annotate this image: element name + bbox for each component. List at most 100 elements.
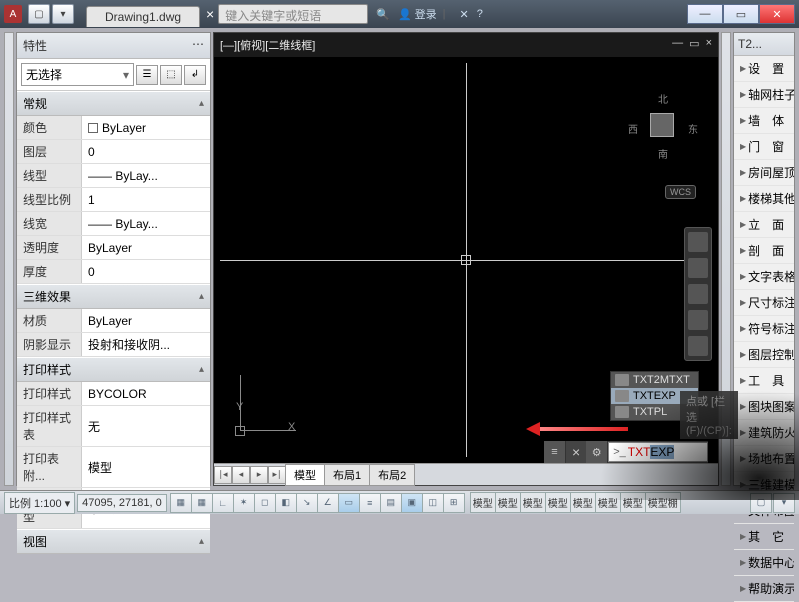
window-close-button[interactable]: ✕	[759, 4, 795, 24]
prop-row-plottable[interactable]: 打印样式表无	[17, 406, 210, 447]
tab-layout2[interactable]: 布局2	[369, 464, 415, 486]
cmdline-close-icon[interactable]: ×	[566, 444, 586, 460]
palette-item[interactable]: ▶图层控制	[734, 342, 794, 368]
tab-next-icon[interactable]: ▸	[250, 466, 268, 484]
toggle-snap-icon[interactable]: ▦	[170, 493, 192, 513]
viewport-slot[interactable]: 模型	[595, 492, 621, 513]
command-input[interactable]: >_ TXTEXP	[608, 442, 708, 462]
tab-last-icon[interactable]: ▸∣	[268, 466, 286, 484]
prop-row-transparency[interactable]: 透明度ByLayer	[17, 236, 210, 260]
toggle-qp-icon[interactable]: ▣	[401, 493, 423, 513]
prop-row-thickness[interactable]: 厚度0	[17, 260, 210, 284]
palette-item[interactable]: ▶图块图案	[734, 394, 794, 420]
nav-wheel-icon[interactable]	[688, 232, 708, 252]
palette-item[interactable]: ▶文字表格	[734, 264, 794, 290]
status-tray-icon[interactable]: ▾	[773, 493, 795, 513]
help-icon[interactable]: ?	[477, 8, 483, 20]
palette-item[interactable]: ▶尺寸标注	[734, 290, 794, 316]
toggle-polar-icon[interactable]: ✶	[233, 493, 255, 513]
status-scale[interactable]: 比例 1:100 ▾	[4, 492, 75, 514]
palette-item[interactable]: ▶设 置	[734, 56, 794, 82]
tool-palette-title[interactable]: T2...	[734, 33, 794, 56]
tab-model[interactable]: 模型	[285, 464, 325, 486]
command-line[interactable]: ≡ × ⚙ >_ TXTEXP	[544, 441, 708, 463]
viewport-minimize-icon[interactable]: —	[672, 37, 683, 53]
section-general[interactable]: 常规▴	[17, 91, 210, 116]
status-clean-screen-icon[interactable]: ▢	[750, 493, 772, 513]
palette-item[interactable]: ▶门 窗	[734, 134, 794, 160]
palette-item[interactable]: ▶帮助演示	[734, 576, 794, 602]
nav-showmotion-icon[interactable]	[688, 336, 708, 356]
viewport-slot[interactable]: 模型棚	[645, 492, 681, 513]
section-view[interactable]: 视图▴	[17, 529, 210, 554]
file-tab-close-icon[interactable]: ×	[206, 6, 214, 22]
prop-row-material[interactable]: 材质ByLayer	[17, 309, 210, 333]
nav-zoom-icon[interactable]	[688, 284, 708, 304]
prop-row-plotstyle[interactable]: 打印样式BYCOLOR	[17, 382, 210, 406]
viewport-slot[interactable]: 模型	[470, 492, 496, 513]
tab-first-icon[interactable]: ∣◂	[214, 466, 232, 484]
app-icon[interactable]: A	[4, 5, 22, 23]
viewport-close-icon[interactable]: ×	[706, 37, 712, 53]
palette-item[interactable]: ▶工 具	[734, 368, 794, 394]
section-plot[interactable]: 打印样式▴	[17, 357, 210, 382]
prop-row-lineweight[interactable]: 线宽—— ByLay...	[17, 212, 210, 236]
palette-item[interactable]: ▶其 它	[734, 524, 794, 550]
viewport-slot[interactable]: 模型	[570, 492, 596, 513]
window-minimize-button[interactable]: —	[687, 4, 723, 24]
nav-pan-icon[interactable]	[688, 258, 708, 278]
toggle-am-icon[interactable]: ⊞	[443, 493, 465, 513]
toggle-lwt-icon[interactable]: ≡	[359, 493, 381, 513]
toggle-dyn-icon[interactable]: ▭	[338, 493, 360, 513]
palette-item[interactable]: ▶场地布置	[734, 446, 794, 472]
panel-menu-icon[interactable]: ⋯	[192, 37, 204, 54]
palette-item[interactable]: ▶剖 面	[734, 238, 794, 264]
viewport-slot[interactable]: 模型	[620, 492, 646, 513]
qat-open-icon[interactable]: ▾	[52, 4, 74, 24]
search-go-icon[interactable]: 🔍	[376, 8, 390, 21]
viewport-slot[interactable]: 模型	[495, 492, 521, 513]
file-tab[interactable]: Drawing1.dwg	[86, 6, 200, 27]
prop-row-layer[interactable]: 图层0	[17, 140, 210, 164]
help-search-input[interactable]: 键入关键字或短语	[218, 4, 368, 24]
toggle-otrack-icon[interactable]: ↘	[296, 493, 318, 513]
palette-item[interactable]: ▶立 面	[734, 212, 794, 238]
select-objects-icon[interactable]: ⬚	[160, 65, 182, 85]
palette-item[interactable]: ▶符号标注	[734, 316, 794, 342]
wcs-badge[interactable]: WCS	[665, 185, 696, 199]
tab-layout1[interactable]: 布局1	[324, 464, 370, 486]
palette-item[interactable]: ▶建筑防火	[734, 420, 794, 446]
toggle-ducs-icon[interactable]: ∠	[317, 493, 339, 513]
tab-prev-icon[interactable]: ◂	[232, 466, 250, 484]
selection-dropdown[interactable]: 无选择▾	[21, 63, 134, 86]
nav-orbit-icon[interactable]	[688, 310, 708, 330]
palette-item[interactable]: ▶楼梯其他	[734, 186, 794, 212]
toggle-grid-icon[interactable]: ▦	[191, 493, 213, 513]
view-cube[interactable]: 北 南 东 西	[628, 91, 698, 161]
toggle-tpy-icon[interactable]: ▤	[380, 493, 402, 513]
properties-title[interactable]: 特性⋯	[17, 33, 210, 59]
cmdline-customize-icon[interactable]: ⚙	[586, 441, 608, 463]
left-dock-bar[interactable]	[4, 32, 14, 486]
qat-new-icon[interactable]: ▢	[28, 4, 50, 24]
prop-row-ltscale[interactable]: 线型比例1	[17, 188, 210, 212]
viewport-slot[interactable]: 模型	[520, 492, 546, 513]
cmdline-history-icon[interactable]: ≡	[544, 441, 566, 463]
prop-row-color[interactable]: 颜色ByLayer	[17, 116, 210, 140]
view-cube-face[interactable]	[650, 113, 674, 137]
quick-select-icon[interactable]: ☰	[136, 65, 158, 85]
viewport-label[interactable]: [—][俯视][二维线框]	[220, 37, 315, 53]
status-coords[interactable]: 47095, 27181, 0	[77, 494, 167, 512]
viewport-slot[interactable]: 模型	[545, 492, 571, 513]
palette-item[interactable]: ▶轴网柱子	[734, 82, 794, 108]
toggle-osnap-icon[interactable]: ◻	[254, 493, 276, 513]
toggle-ortho-icon[interactable]: ∟	[212, 493, 234, 513]
palette-item[interactable]: ▶墙 体	[734, 108, 794, 134]
toggle-sc-icon[interactable]: ◫	[422, 493, 444, 513]
palette-item[interactable]: ▶房间屋顶	[734, 160, 794, 186]
prop-row-shadow[interactable]: 阴影显示投射和接收阴...	[17, 333, 210, 357]
window-maximize-button[interactable]: ▭	[723, 4, 759, 24]
prop-row-plotattach[interactable]: 打印表附...模型	[17, 447, 210, 488]
viewport-maximize-icon[interactable]: ▭	[689, 37, 699, 53]
toggle-pickadd-icon[interactable]: ↲	[184, 65, 206, 85]
